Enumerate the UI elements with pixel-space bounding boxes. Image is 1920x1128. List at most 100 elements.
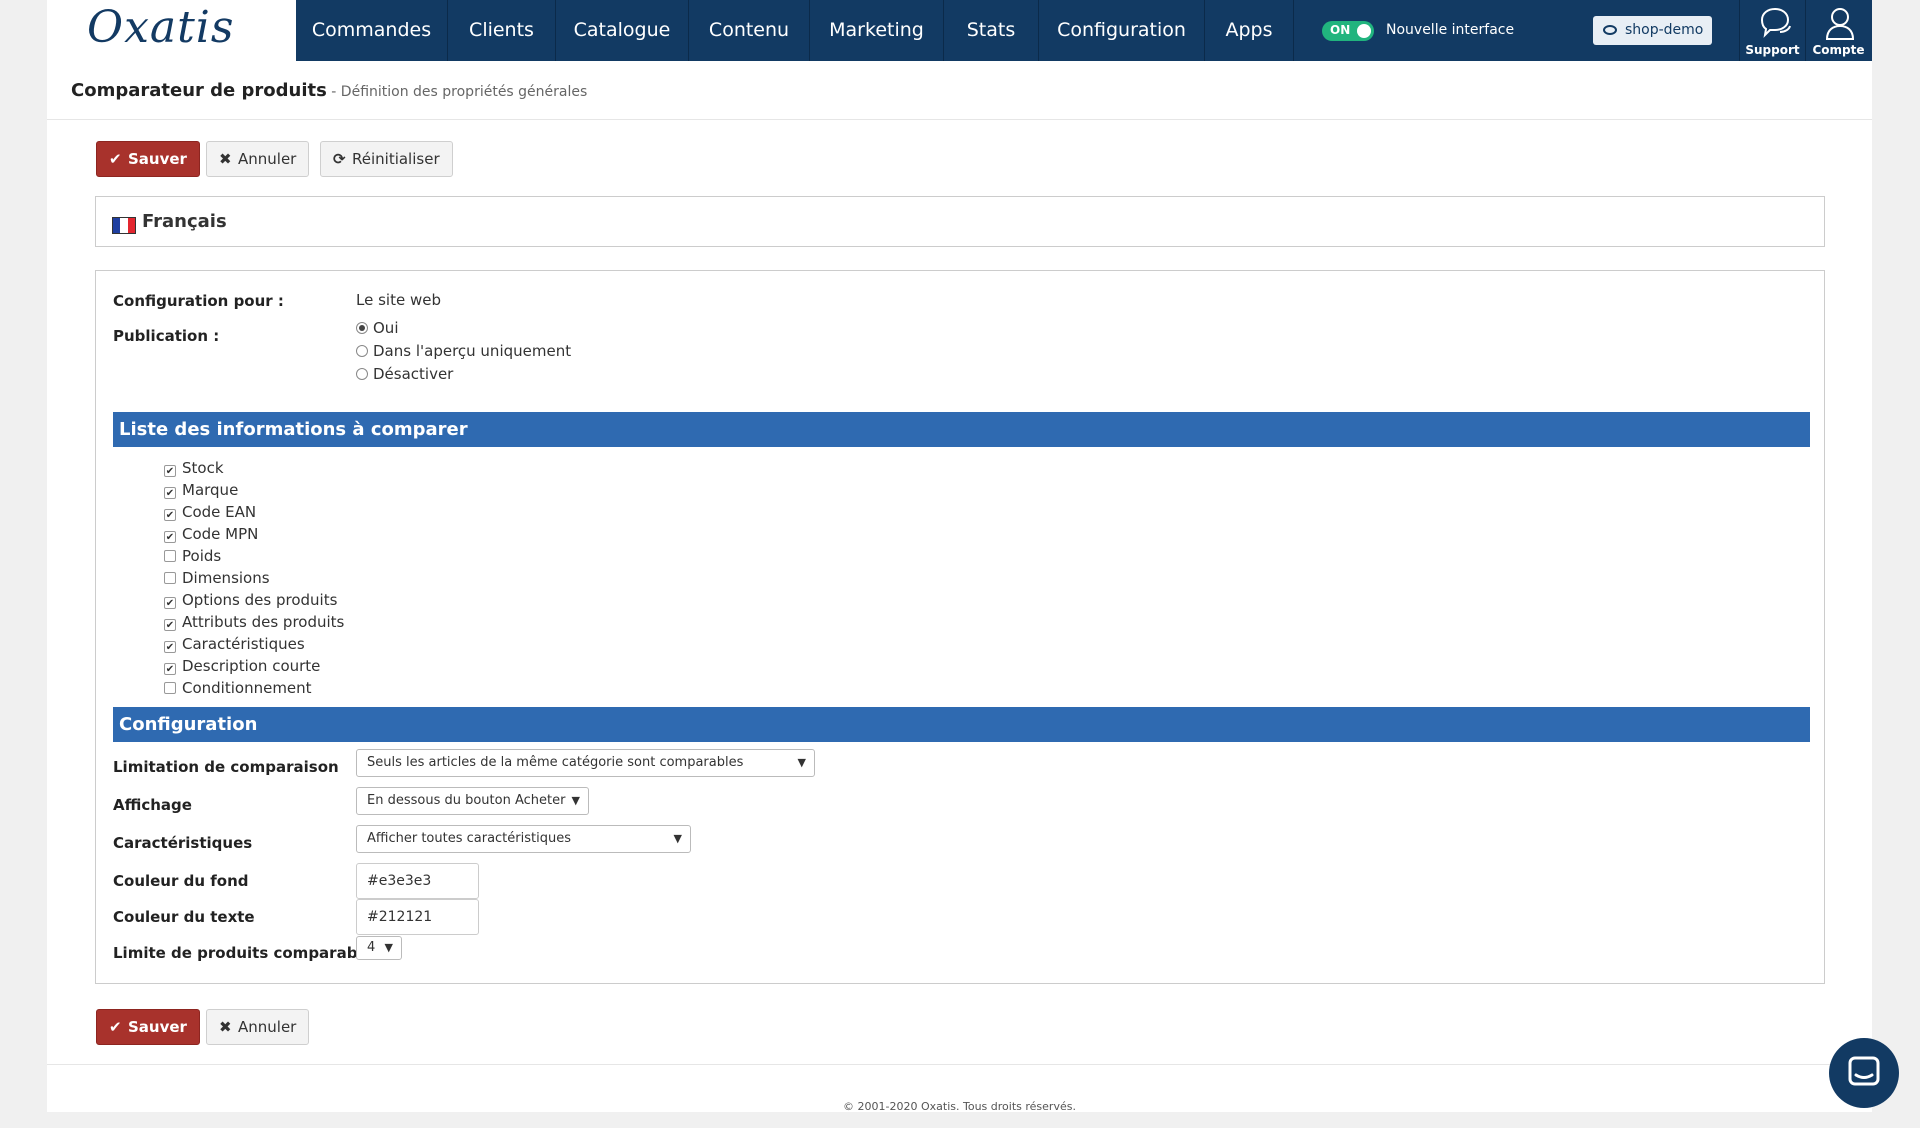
checkbox-unchecked [164, 682, 176, 694]
compare-checkbox-row[interactable]: ✔ Attributs des produits [164, 613, 344, 633]
checkbox-label: Attributs des produits [182, 613, 345, 631]
account-button[interactable]: Compte [1805, 0, 1871, 61]
limitation-label: Limitation de comparaison [113, 758, 339, 776]
french-flag-icon [112, 217, 136, 234]
compare-checkbox-row[interactable]: ✔ Caractéristiques [164, 635, 305, 655]
cancel-button-bottom[interactable]: ✖ Annuler [206, 1009, 310, 1045]
logo-text: Oxatis [87, 2, 235, 53]
cancel-button-top[interactable]: ✖ Annuler [206, 141, 310, 177]
compare-checkbox-row[interactable]: ✔ Options des produits [164, 591, 337, 611]
caret-down-icon: ▼ [797, 756, 806, 769]
compare-checkbox-row[interactable]: ✔ Code MPN [164, 525, 258, 545]
nav-contenu[interactable]: Contenu [689, 0, 810, 61]
save-button-top[interactable]: ✔ Sauver [96, 141, 200, 177]
checkbox-checked: ✔ [164, 597, 176, 609]
nav-apps[interactable]: Apps [1205, 0, 1294, 61]
publication-radio-desactiver[interactable]: Désactiver [356, 365, 453, 385]
page-subtitle: - Définition des propriétés générales [326, 84, 588, 100]
checkbox-label: Code EAN [182, 503, 257, 521]
support-button[interactable]: Support [1739, 0, 1805, 61]
affichage-value: En dessous du bouton Acheter [367, 793, 566, 808]
chat-launcher-button[interactable] [1829, 1038, 1899, 1108]
limitation-select[interactable]: Seuls les articles de la même catégorie … [356, 749, 815, 777]
page: Oxatis Commandes Clients Catalogue Conte… [47, 0, 1872, 1113]
checkbox-checked: ✔ [164, 465, 176, 477]
compare-checkbox-row[interactable]: Conditionnement [164, 679, 312, 699]
save-label: Sauver [128, 1018, 187, 1036]
radio-label: Dans l'aperçu uniquement [373, 342, 572, 360]
save-button-bottom[interactable]: ✔ Sauver [96, 1009, 200, 1045]
check-icon: ✔ [109, 150, 122, 168]
main-panel: Configuration pour : Le site web Publica… [95, 270, 1825, 984]
radio-indicator [356, 345, 368, 357]
close-icon: ✖ [219, 150, 232, 168]
language-panel: Français [95, 196, 1825, 247]
config-for-value: Le site web [356, 291, 441, 309]
checkbox-label: Caractéristiques [182, 635, 305, 653]
cancel-label: Annuler [238, 150, 297, 168]
bg-color-input[interactable]: #e3e3e3 [356, 863, 479, 899]
reset-button[interactable]: ⟳ Réinitialiser [320, 141, 453, 177]
compare-checkbox-row[interactable]: ✔ Description courte [164, 657, 320, 677]
radio-label: Désactiver [373, 365, 454, 383]
checkbox-checked: ✔ [164, 509, 176, 521]
checkbox-checked: ✔ [164, 641, 176, 653]
eye-icon [1603, 25, 1617, 35]
nav-clients[interactable]: Clients [448, 0, 556, 61]
shop-demo-button[interactable]: shop-demo [1593, 16, 1712, 45]
account-label: Compte [1812, 43, 1865, 57]
publication-radio-apercu[interactable]: Dans l'aperçu uniquement [356, 342, 571, 362]
checkbox-label: Stock [182, 459, 224, 477]
affichage-label: Affichage [113, 796, 192, 814]
config-for-label: Configuration pour : [113, 292, 284, 310]
limitation-value: Seuls les articles de la même catégorie … [367, 755, 744, 770]
limit-select[interactable]: 4 ▼ [356, 936, 402, 960]
top-nav: Oxatis Commandes Clients Catalogue Conte… [47, 0, 1872, 61]
config-section-title: Configuration [113, 707, 1810, 742]
chat-bubbles-icon [1760, 7, 1791, 38]
checkbox-unchecked [164, 550, 176, 562]
nav-commandes[interactable]: Commandes [296, 0, 448, 61]
radio-indicator [356, 368, 368, 380]
nav-catalogue[interactable]: Catalogue [556, 0, 689, 61]
nav-marketing[interactable]: Marketing [810, 0, 944, 61]
close-icon: ✖ [219, 1018, 232, 1036]
toggle-state: ON [1330, 23, 1351, 37]
limit-label: Limite de produits comparables [113, 944, 382, 962]
checkbox-label: Options des produits [182, 591, 338, 609]
bg-color-label: Couleur du fond [113, 872, 249, 890]
nav-configuration[interactable]: Configuration [1039, 0, 1205, 61]
support-label: Support [1745, 43, 1800, 57]
caracteristiques-value: Afficher toutes caractéristiques [367, 831, 571, 846]
compare-checkbox-row[interactable]: Poids [164, 547, 221, 567]
footer-divider [47, 1064, 1872, 1065]
refresh-icon: ⟳ [333, 150, 346, 168]
caret-down-icon: ▼ [571, 794, 580, 807]
text-color-input[interactable]: #212121 [356, 899, 479, 935]
checkbox-checked: ✔ [164, 487, 176, 499]
user-icon [1825, 8, 1855, 40]
compare-checkbox-row[interactable]: ✔ Code EAN [164, 503, 256, 523]
publication-radio-oui[interactable]: Oui [356, 319, 398, 339]
checkbox-label: Marque [182, 481, 239, 499]
affichage-select[interactable]: En dessous du bouton Acheter ▼ [356, 787, 589, 815]
caracteristiques-select[interactable]: Afficher toutes caractéristiques ▼ [356, 825, 691, 853]
checkbox-checked: ✔ [164, 531, 176, 543]
cancel-label: Annuler [238, 1018, 297, 1036]
compare-checkbox-row[interactable]: ✔ Marque [164, 481, 238, 501]
page-title: Comparateur de produits - Définition des… [71, 80, 587, 101]
logo[interactable]: Oxatis [47, 0, 296, 61]
caracteristiques-label: Caractéristiques [113, 834, 253, 852]
compare-checkbox-row[interactable]: Dimensions [164, 569, 270, 589]
checkbox-checked: ✔ [164, 619, 176, 631]
toggle-knob [1357, 24, 1371, 38]
checkbox-label: Conditionnement [182, 679, 312, 697]
toggle-label: Nouvelle interface [1386, 22, 1515, 38]
text-color-label: Couleur du texte [113, 908, 255, 926]
nav-stats[interactable]: Stats [944, 0, 1039, 61]
shop-demo-label: shop-demo [1625, 22, 1704, 38]
publication-label: Publication : [113, 327, 220, 345]
new-interface-toggle[interactable]: ON [1322, 21, 1374, 41]
compare-checkbox-row[interactable]: ✔ Stock [164, 459, 224, 479]
limit-value: 4 [367, 940, 376, 955]
